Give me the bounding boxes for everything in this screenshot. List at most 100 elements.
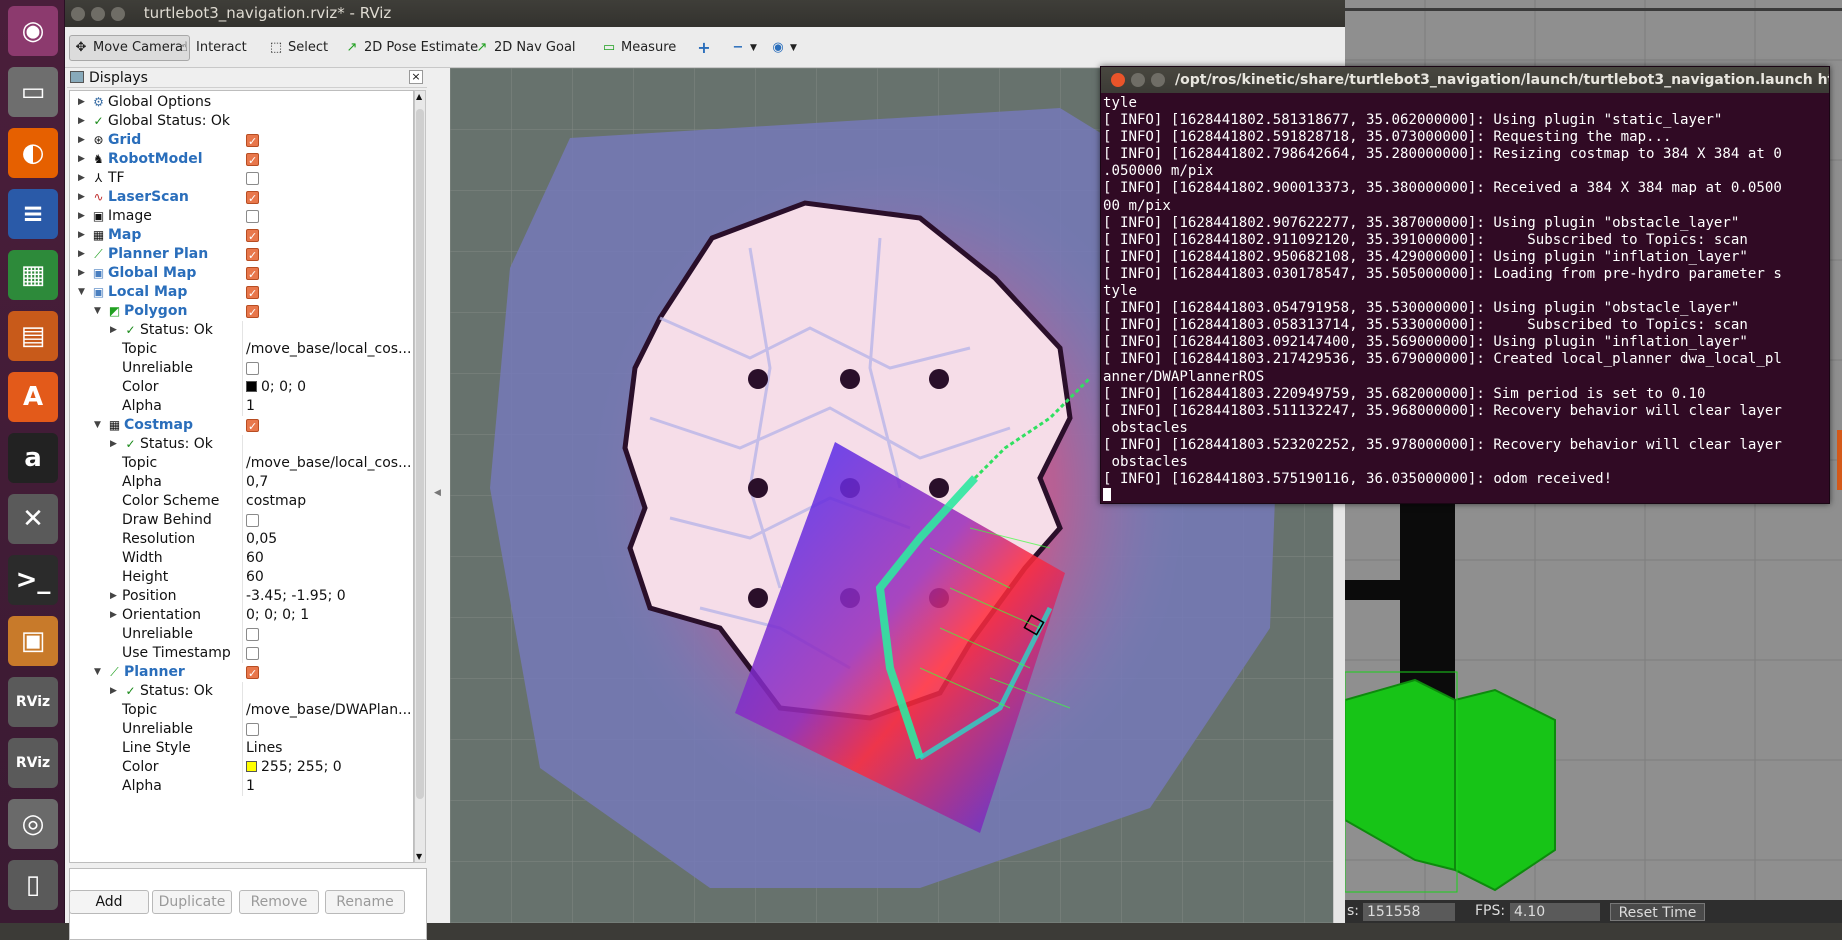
scroll-down-icon[interactable]: ▼ [416,852,422,861]
display-row-global-map[interactable]: ▶ ▣ Global Map [70,264,413,284]
display-row-planner[interactable]: ▼ ⟋ Planner [70,663,413,683]
collapsed-arrow-icon[interactable]: ▶ [110,435,117,454]
property-value[interactable]: /move_base/DWAPlan... [246,701,412,720]
property-value[interactable]: 0; 0; 0; 1 [246,606,412,625]
minimize-icon[interactable] [91,6,105,21]
enable-checkbox[interactable] [246,362,259,375]
enable-checkbox[interactable] [246,514,259,527]
property-value[interactable]: 0,7 [246,473,412,492]
collapsed-arrow-icon[interactable]: ▶ [78,188,85,207]
display-row-topic[interactable]: Topic/move_base/DWAPlan... [70,701,413,720]
display-row-height[interactable]: Height 60 [70,568,413,587]
enable-checkbox[interactable] [246,227,259,246]
property-value[interactable]: -3.45; -1.95; 0 [246,587,412,606]
close-icon[interactable] [71,6,85,21]
displays-tree[interactable]: ▶ ⚙ Global Options ▶ ✓ Global Status: Ok ▶ ⊛ Gri… [69,90,414,863]
displays-scrollbar[interactable]: ▲ ▼ [414,90,426,863]
collapsed-arrow-icon[interactable]: ▶ [110,587,117,606]
rviz-icon[interactable]: RViz [8,738,58,788]
collapsed-arrow-icon[interactable]: ▶ [78,207,85,226]
collapsed-arrow-icon[interactable]: ▶ [110,682,117,701]
maximize-icon[interactable] [111,6,125,21]
enable-checkbox[interactable] [246,628,259,641]
display-row-topic[interactable]: Topic/move_base/local_cos... [70,454,413,473]
property-value[interactable]: 255; 255; 0 [246,758,412,777]
display-row-unreliable[interactable]: Unreliable [70,359,413,378]
collapsed-arrow-icon[interactable]: ▶ [78,93,85,112]
terminal-output[interactable]: tyle[ INFO] [1628441802.581318677, 35.06… [1103,95,1827,501]
rviz-app-icon[interactable]: ▣ [8,616,58,666]
enable-checkbox[interactable] [246,172,259,185]
display-row-costmap[interactable]: ▼ ▦ Costmap [70,416,413,436]
property-value[interactable]: 1 [246,777,412,796]
panel-close-icon[interactable]: × [409,70,423,84]
enable-checkbox[interactable] [246,132,259,151]
expanded-arrow-icon[interactable]: ▼ [78,283,85,302]
dvd-icon[interactable]: ◎ [8,799,58,849]
reset-time-button[interactable]: Reset Time [1610,903,1705,921]
display-row-grid[interactable]: ▶ ⊛ Grid [70,131,413,151]
rename-button[interactable]: Rename [325,890,405,914]
maximize-icon[interactable] [1151,73,1165,87]
enable-checkbox[interactable] [246,189,259,208]
expanded-arrow-icon[interactable]: ▼ [94,663,101,682]
collapsed-arrow-icon[interactable]: ▶ [78,245,85,264]
enable-checkbox[interactable] [246,210,259,223]
display-row-width[interactable]: Width 60 [70,549,413,568]
close-icon[interactable] [1111,73,1125,87]
display-row-image[interactable]: ▶ ▣ Image [70,207,413,226]
property-value[interactable]: /move_base/local_cos... [246,454,412,473]
display-row-color-scheme[interactable]: Color Scheme costmap [70,492,413,511]
display-row-orientation[interactable]: ▶ Orientation 0; 0; 0; 1 [70,606,413,625]
display-row-position[interactable]: ▶ Position -3.45; -1.95; 0 [70,587,413,606]
enable-checkbox[interactable] [246,303,259,322]
firefox-icon[interactable]: ◐ [8,128,58,178]
dash-icon[interactable]: ◉ [8,6,58,56]
property-value[interactable]: 1 [246,397,412,416]
remove-button[interactable]: Remove [239,890,319,914]
enable-checkbox[interactable] [246,664,259,683]
display-row-planner-plan[interactable]: ▶ ⟋ Planner Plan [70,245,413,265]
terminal-window[interactable]: /opt/ros/kinetic/share/turtlebot3_naviga… [1100,66,1830,504]
trash-icon[interactable]: ▯ [8,860,58,910]
collapsed-arrow-icon[interactable]: ▶ [78,169,85,188]
display-row-unreliable[interactable]: Unreliable [70,625,413,644]
scroll-up-icon[interactable]: ▲ [416,92,422,101]
scrollbar-thumb[interactable] [416,109,424,799]
impress-icon[interactable]: ▤ [8,311,58,361]
display-row-draw-behind[interactable]: Draw Behind [70,511,413,530]
display-row-status-ok[interactable]: ▶ ✓ Status: Ok [70,321,413,340]
rviz-icon[interactable]: RViz [8,677,58,727]
collapsed-arrow-icon[interactable]: ▶ [78,226,85,245]
software-center-icon[interactable]: A [8,372,58,422]
display-row-local-map[interactable]: ▼ ▣ Local Map [70,283,413,303]
display-row-polygon[interactable]: ▼ ◩ Polygon [70,302,413,322]
display-row-laserscan[interactable]: ▶ ∿ LaserScan [70,188,413,208]
display-row-color[interactable]: Color 255; 255; 0 [70,758,413,777]
add-button[interactable]: Add [69,890,149,914]
display-row-alpha[interactable]: Alpha 1 [70,777,413,796]
tool-2d-pose-estimate[interactable]: ↗ 2D Pose Estimate [341,35,484,61]
display-row-line-style[interactable]: Line Style Lines [70,739,413,758]
property-value[interactable]: /move_base/local_cos... [246,340,412,359]
minimize-icon[interactable] [1131,73,1145,87]
collapse-left-icon[interactable]: ◀ [434,488,441,498]
writer-icon[interactable]: ≡ [8,189,58,239]
property-value[interactable]: 60 [246,568,412,587]
display-row-global-options[interactable]: ▶ ⚙ Global Options [70,93,413,112]
calc-icon[interactable]: ▦ [8,250,58,300]
enable-checkbox[interactable] [246,246,259,265]
display-row-alpha[interactable]: Alpha 0,7 [70,473,413,492]
enable-checkbox[interactable] [246,417,259,436]
enable-checkbox[interactable] [246,723,259,736]
property-value[interactable]: 0; 0; 0 [246,378,412,397]
tool-measure[interactable]: ▭ Measure [598,35,682,61]
tool-interact[interactable]: ☝ Interact [173,35,253,61]
tool-2d-nav-goal[interactable]: ↗ 2D Nav Goal [471,35,582,61]
display-row-robotmodel[interactable]: ▶ ♞ RobotModel [70,150,413,170]
display-row-status-ok[interactable]: ▶ ✓ Status: Ok [70,682,413,701]
display-row-tf[interactable]: ▶ ⅄ TF [70,169,413,188]
property-value[interactable]: 60 [246,549,412,568]
system-settings-icon[interactable]: ✕ [8,494,58,544]
panel-splitter[interactable]: ◀ [428,68,448,923]
